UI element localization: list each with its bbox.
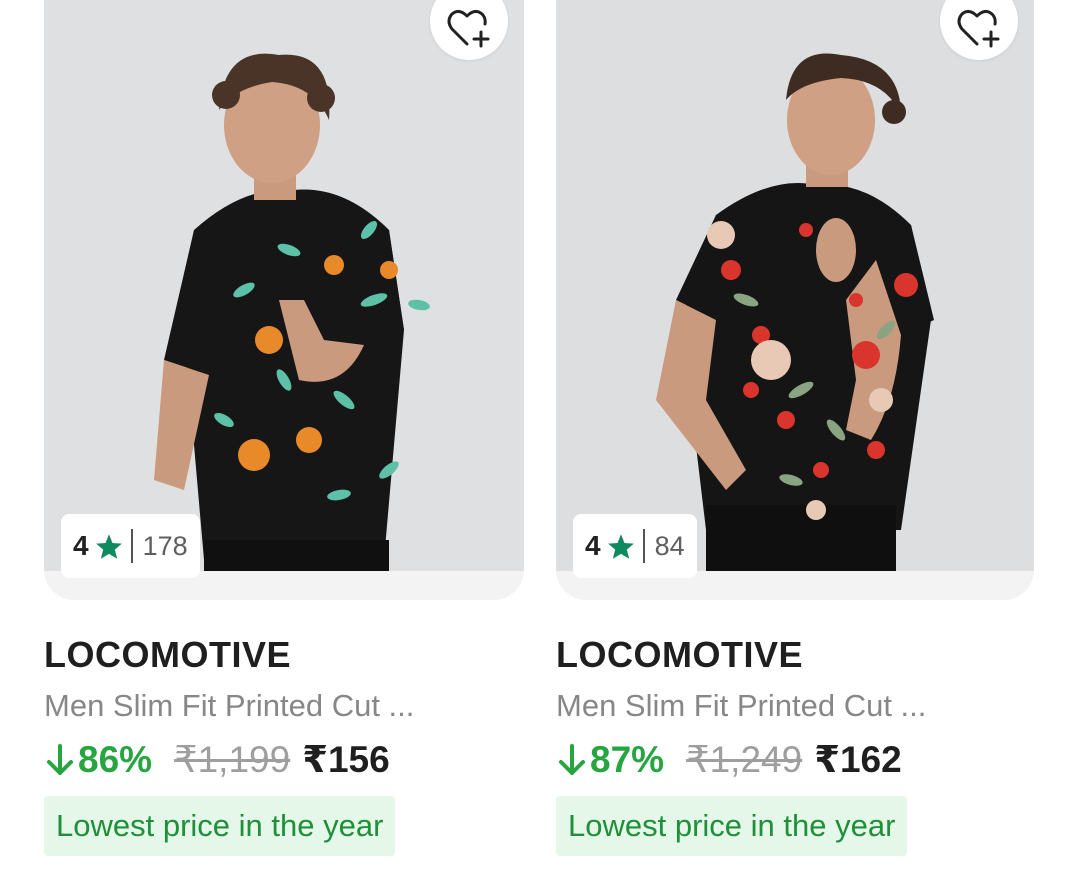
rating-badge: 4 84 bbox=[573, 514, 697, 578]
offer-tag: Lowest price in the year bbox=[556, 796, 908, 856]
product-image-container[interactable]: 4 178 bbox=[44, 0, 524, 600]
rating-count: 84 bbox=[654, 530, 685, 561]
discount-percent: 86% bbox=[78, 738, 153, 780]
rating-score: 4 bbox=[73, 530, 89, 561]
star-icon bbox=[95, 533, 123, 560]
product-image[interactable] bbox=[556, 0, 1034, 571]
product-image-container[interactable]: 4 84 bbox=[556, 0, 1034, 600]
divider bbox=[642, 529, 645, 563]
rating-count: 178 bbox=[142, 530, 188, 561]
discount-badge: 86% bbox=[44, 739, 152, 781]
price-row: 87% ₹1,249 ₹162 bbox=[556, 738, 902, 781]
discount-badge: 87% bbox=[556, 739, 664, 781]
product-image[interactable] bbox=[44, 0, 524, 571]
arrow-down-icon bbox=[556, 743, 588, 777]
product-title[interactable]: Men Slim Fit Printed Cut ... bbox=[556, 688, 926, 724]
heart-plus-icon bbox=[957, 9, 1000, 48]
product-card[interactable]: 4 84 LOCOMOTIVE Men Slim Fit Printed Cut… bbox=[556, 0, 1034, 889]
divider bbox=[130, 529, 133, 563]
rating-badge: 4 178 bbox=[61, 514, 200, 578]
original-price: ₹1,249 bbox=[686, 739, 803, 780]
discount-percent: 87% bbox=[590, 738, 665, 780]
heart-plus-icon bbox=[447, 9, 490, 48]
product-card[interactable]: 4 178 LOCOMOTIVE Men Slim Fit Printed Cu… bbox=[44, 0, 524, 889]
star-icon bbox=[607, 533, 635, 560]
arrow-down-icon bbox=[44, 743, 76, 777]
product-brand[interactable]: LOCOMOTIVE bbox=[556, 634, 803, 676]
rating-score: 4 bbox=[585, 530, 601, 561]
original-price: ₹1,199 bbox=[174, 739, 291, 780]
offer-tag: Lowest price in the year bbox=[44, 796, 396, 856]
product-brand[interactable]: LOCOMOTIVE bbox=[44, 634, 291, 676]
product-grid: 4 178 LOCOMOTIVE Men Slim Fit Printed Cu… bbox=[0, 0, 1080, 889]
sale-price: ₹162 bbox=[814, 739, 902, 780]
price-row: 86% ₹1,199 ₹156 bbox=[44, 738, 390, 781]
sale-price: ₹156 bbox=[302, 739, 390, 780]
product-title[interactable]: Men Slim Fit Printed Cut ... bbox=[44, 688, 414, 724]
